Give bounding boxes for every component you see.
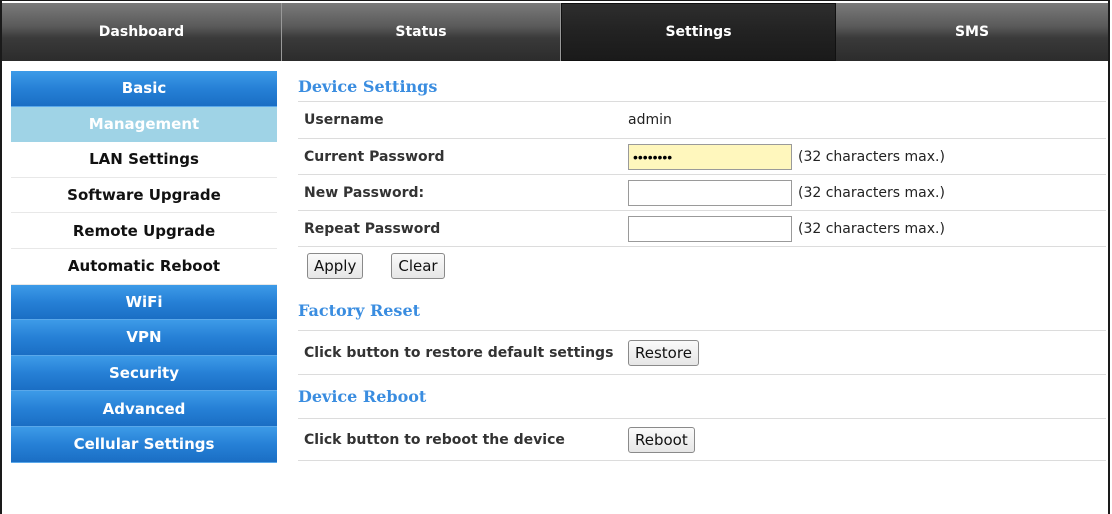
sidebar: Basic Management LAN Settings Software U… [11, 71, 277, 463]
device-settings-title: Device Settings [298, 76, 438, 96]
sidebar-item-lan-settings[interactable]: LAN Settings [11, 142, 277, 178]
device-reboot-text: Click button to reboot the device [304, 431, 565, 448]
tab-sms[interactable]: SMS [836, 3, 1108, 61]
current-password-input[interactable] [628, 143, 792, 170]
tab-dashboard[interactable]: Dashboard [2, 3, 282, 61]
sidebar-item-management[interactable]: Management [11, 106, 277, 143]
sidebar-item-basic[interactable]: Basic [11, 71, 277, 107]
username-row: Username admin [298, 101, 1106, 138]
factory-reset-text: Click button to restore default settings [304, 344, 614, 361]
main-content: Device Settings Username admin Current P… [298, 71, 1106, 461]
apply-button[interactable]: Apply [307, 252, 364, 279]
tab-status[interactable]: Status [282, 3, 561, 61]
top-navigation: Dashboard Status Settings SMS [2, 3, 1108, 61]
sidebar-item-remote-upgrade[interactable]: Remote Upgrade [11, 213, 277, 249]
username-label: Username [304, 112, 384, 128]
new-password-hint: (32 characters max.) [798, 184, 945, 201]
username-value: admin [628, 112, 672, 128]
repeat-password-hint: (32 characters max.) [798, 220, 945, 237]
new-password-input[interactable] [628, 179, 792, 206]
device-settings-actions: Apply Clear [298, 246, 1106, 284]
sidebar-item-vpn[interactable]: VPN [11, 320, 277, 356]
sidebar-item-software-upgrade[interactable]: Software Upgrade [11, 177, 277, 214]
sidebar-item-advanced[interactable]: Advanced [11, 391, 277, 427]
sidebar-item-wifi[interactable]: WiFi [11, 284, 277, 321]
sidebar-item-automatic-reboot[interactable]: Automatic Reboot [11, 248, 277, 285]
current-password-hint: (32 characters max.) [798, 148, 945, 165]
repeat-password-input[interactable] [628, 215, 792, 242]
repeat-password-label: Repeat Password [304, 220, 441, 237]
repeat-password-row: Repeat Password (32 characters max.) [298, 210, 1106, 246]
device-reboot-row: Click button to reboot the device Reboot [298, 418, 1106, 460]
reboot-button[interactable]: Reboot [628, 426, 695, 453]
clear-button[interactable]: Clear [391, 252, 445, 279]
factory-reset-title: Factory Reset [298, 300, 421, 320]
restore-button[interactable]: Restore [628, 339, 699, 366]
new-password-label: New Password: [304, 184, 425, 201]
new-password-row: New Password: (32 characters max.) [298, 174, 1106, 210]
factory-reset-row: Click button to restore default settings… [298, 330, 1106, 374]
sidebar-item-cellular-settings[interactable]: Cellular Settings [11, 426, 277, 463]
device-reboot-title: Device Reboot [298, 374, 1106, 418]
current-password-label: Current Password [304, 148, 445, 165]
current-password-row: Current Password (32 characters max.) [298, 138, 1106, 174]
divider [298, 460, 1106, 461]
sidebar-item-security[interactable]: Security [11, 355, 277, 392]
tab-settings[interactable]: Settings [561, 3, 836, 61]
